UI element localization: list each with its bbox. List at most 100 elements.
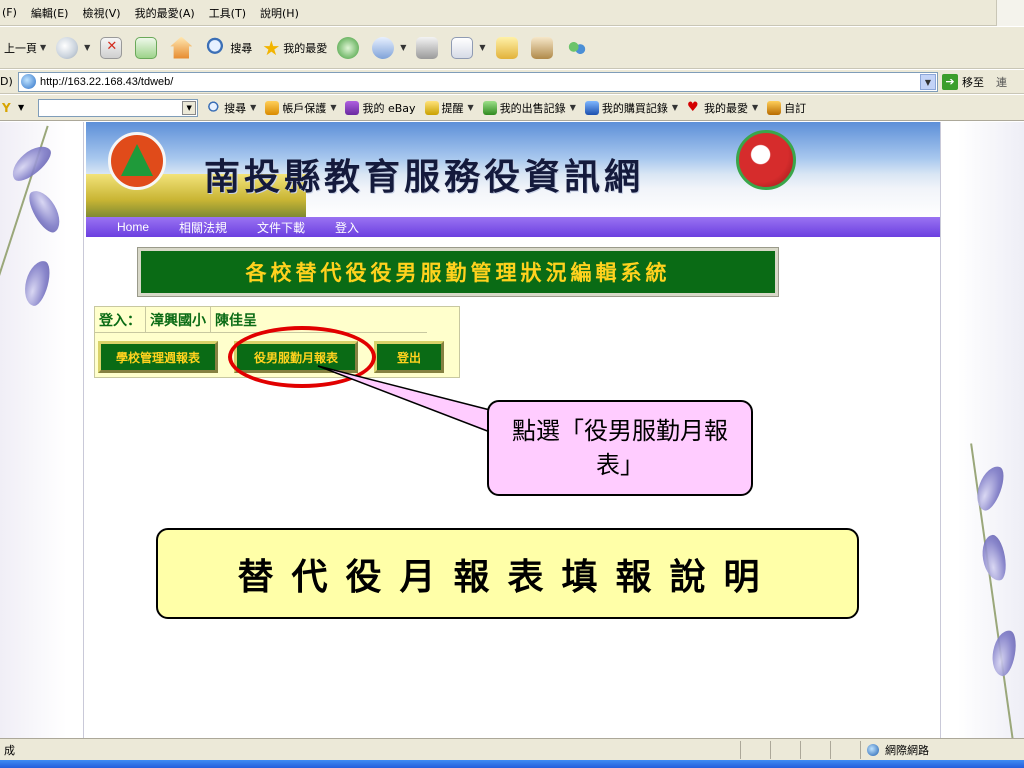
refresh-button[interactable]: [135, 36, 160, 59]
callout-pointer-shape: [317, 365, 491, 434]
buying-label: 我的購買記錄: [601, 101, 668, 115]
menu-edit[interactable]: 編輯(E): [31, 5, 69, 21]
go-arrow-icon: ➔: [942, 73, 958, 90]
home-icon: [170, 36, 193, 59]
back-button[interactable]: 上一頁 ▼: [4, 40, 46, 56]
toolbar-logo-icon[interactable]: Y: [2, 101, 18, 115]
chevron-down-icon[interactable]: ▼: [40, 43, 46, 52]
selling-records-button[interactable]: 我的出售記錄 ▼: [482, 100, 576, 116]
chevron-down-icon[interactable]: ▼: [84, 43, 90, 52]
history-button[interactable]: [337, 36, 362, 59]
status-segment: [830, 740, 860, 759]
nav-login[interactable]: 登入: [335, 219, 359, 236]
address-bar: D) http://163.22.168.43/tdweb/ ▼ ➔ 移至 連: [0, 70, 1024, 94]
site-banner: 南投縣教育服務役資訊網: [86, 122, 940, 217]
menu-view[interactable]: 檢視(V): [82, 5, 120, 21]
mail-button[interactable]: ▼: [372, 36, 406, 59]
stop-button[interactable]: [100, 36, 125, 59]
chevron-down-icon[interactable]: ▼: [920, 73, 936, 90]
windows-taskbar: [0, 760, 1024, 768]
messenger-button[interactable]: [565, 36, 591, 59]
edit-button[interactable]: ▼: [451, 36, 486, 59]
chevron-down-icon[interactable]: ▼: [752, 103, 758, 112]
go-button[interactable]: ➔ 移至: [942, 73, 984, 90]
account-label: 帳戶保護: [282, 101, 327, 115]
chevron-down-icon[interactable]: ▼: [570, 103, 576, 112]
star-icon: ★: [262, 35, 281, 60]
nav-downloads[interactable]: 文件下載: [257, 219, 305, 236]
printer-icon: [416, 36, 439, 59]
search-button[interactable]: 搜尋: [205, 36, 253, 59]
address-input[interactable]: http://163.22.168.43/tdweb/ ▼: [18, 71, 938, 92]
nav-regulations[interactable]: 相關法規: [179, 219, 227, 236]
toolbar-favorites-button[interactable]: ♥ 我的最愛 ▼: [687, 100, 758, 116]
flower-icon: [971, 462, 1009, 514]
login-info-row: 登入： 漳興國小 陳佳呈: [95, 307, 427, 333]
chevron-down-icon[interactable]: ▼: [18, 103, 24, 112]
chevron-down-icon[interactable]: ▼: [250, 103, 256, 112]
my-ebay-button[interactable]: 我的 eBay: [345, 100, 416, 116]
nav-home[interactable]: Home: [117, 220, 149, 234]
internet-zone-icon: [867, 743, 879, 756]
account-protection-button[interactable]: 帳戶保護 ▼: [265, 100, 336, 116]
menu-file[interactable]: (F): [2, 6, 17, 19]
heart-icon: ♥: [687, 99, 699, 115]
selling-label: 我的出售記錄: [499, 101, 566, 115]
left-flower-decoration: [0, 122, 84, 738]
buying-records-button[interactable]: 我的購買記錄 ▼: [584, 100, 678, 116]
forward-arrow-icon: [56, 36, 79, 59]
menu-bar: (F) 編輯(E) 檢視(V) 我的最愛(A) 工具(T) 說明(H): [0, 0, 1024, 26]
forward-button[interactable]: ▼: [56, 36, 90, 59]
chevron-down-icon[interactable]: ▼: [672, 103, 678, 112]
history-icon: [337, 36, 360, 59]
reminder-button[interactable]: 提醒 ▼: [424, 100, 474, 116]
status-segment: [800, 740, 830, 759]
customize-button[interactable]: 自訂: [767, 100, 806, 116]
shield-icon: [265, 100, 280, 115]
messenger-icon: [565, 36, 588, 59]
buying-icon: [584, 100, 599, 115]
toolbar-fav-label: 我的最愛: [704, 101, 748, 115]
toolbar-search-button[interactable]: 搜尋 ▼: [207, 100, 256, 116]
standard-toolbar: 上一頁 ▼ ▼ 搜尋 ★ 我的最愛 ▼ ▼: [0, 27, 1024, 69]
word-icon: [451, 36, 474, 59]
county-logo: [108, 132, 166, 190]
menu-tools[interactable]: 工具(T): [209, 5, 246, 21]
callout-text: 點選「役男服勤月報表」: [512, 417, 728, 479]
person-icon: [345, 100, 360, 115]
search-label: 搜尋: [230, 41, 253, 55]
chevron-down-icon[interactable]: ▼: [330, 103, 336, 112]
status-bar: 成 網際網路: [0, 738, 1024, 760]
home-button[interactable]: [170, 36, 195, 59]
refresh-icon: [135, 36, 158, 59]
research-button[interactable]: [530, 36, 556, 59]
zone-label: 網際網路: [885, 743, 929, 757]
weekly-report-button[interactable]: 學校管理週報表: [98, 341, 218, 373]
menu-help[interactable]: 說明(H): [260, 5, 299, 21]
chevron-down-icon[interactable]: ▼: [182, 100, 197, 115]
selling-icon: [482, 100, 497, 115]
research-icon: [530, 36, 553, 59]
search-icon: [205, 36, 228, 59]
menu-favorites[interactable]: 我的最愛(A): [135, 5, 195, 21]
print-button[interactable]: [416, 36, 441, 59]
go-label: 移至: [962, 75, 984, 89]
login-user: 陳佳呈: [211, 307, 427, 333]
status-segment: [770, 740, 800, 759]
back-label: 上一頁: [4, 41, 37, 55]
google-toolbar: Y ▼ ▼ 搜尋 ▼ 帳戶保護 ▼ 我的 eBay 提醒 ▼ 我的出售記錄 ▼ …: [0, 95, 1024, 121]
chevron-down-icon[interactable]: ▼: [468, 103, 474, 112]
chevron-down-icon[interactable]: ▼: [400, 43, 406, 52]
status-text: 成: [4, 743, 15, 757]
chevron-down-icon[interactable]: ▼: [479, 43, 485, 52]
favorites-label: 我的最愛: [283, 41, 328, 55]
flower-icon: [989, 628, 1019, 678]
toolbar-search-input[interactable]: ▼: [38, 98, 199, 117]
links-label[interactable]: 連: [996, 74, 1007, 90]
flower-icon: [979, 533, 1009, 583]
ie-page-icon: [21, 74, 36, 89]
folder-button[interactable]: [495, 36, 521, 59]
favorites-button[interactable]: ★ 我的最愛: [262, 36, 327, 60]
site-nav: Home 相關法規 文件下載 登入: [86, 217, 940, 237]
stop-icon: [100, 36, 123, 59]
